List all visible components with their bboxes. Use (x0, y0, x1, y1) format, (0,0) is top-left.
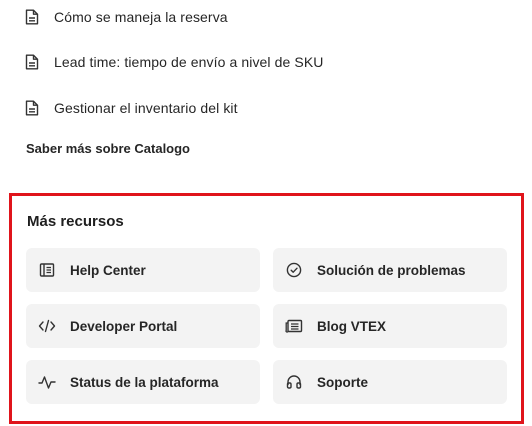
document-icon (24, 53, 40, 71)
resource-card-label: Blog VTEX (317, 318, 387, 334)
section-title: Más recursos (27, 213, 124, 230)
doc-link-lead-time[interactable]: Lead time: tiempo de envío a nivel de SK… (24, 50, 323, 74)
resource-card-blog[interactable]: Blog VTEX (273, 304, 507, 348)
document-icon (24, 99, 40, 117)
resource-card-label: Status de la plataforma (70, 374, 219, 390)
code-icon (38, 317, 56, 335)
resource-card-help-center[interactable]: Help Center (26, 248, 260, 292)
activity-icon (38, 373, 56, 391)
resource-card-label: Developer Portal (70, 318, 178, 334)
resource-card-label: Help Center (70, 262, 146, 278)
resource-card-label: Soporte (317, 374, 369, 390)
doc-link-label: Cómo se maneja la reserva (54, 9, 228, 25)
doc-link-label: Lead time: tiempo de envío a nivel de SK… (54, 54, 324, 70)
doc-link-inventario-kit[interactable]: Gestionar el inventario del kit (24, 96, 238, 120)
check-circle-icon (285, 261, 303, 279)
resource-card-label: Solución de problemas (317, 262, 466, 278)
document-icon (24, 8, 40, 26)
resource-card-support[interactable]: Soporte (273, 360, 507, 404)
learn-more-catalog-link[interactable]: Saber más sobre Catalogo (26, 141, 190, 156)
headset-icon (285, 373, 303, 391)
newspaper-icon (285, 317, 303, 335)
doc-link-label: Gestionar el inventario del kit (54, 100, 238, 116)
more-resources-section: Más recursos Help Center Solución de pro… (9, 193, 524, 424)
doc-link-reserva[interactable]: Cómo se maneja la reserva (24, 5, 228, 29)
book-icon (38, 261, 56, 279)
resource-card-troubleshooting[interactable]: Solución de problemas (273, 248, 507, 292)
resource-card-platform-status[interactable]: Status de la plataforma (26, 360, 260, 404)
resource-card-developer-portal[interactable]: Developer Portal (26, 304, 260, 348)
